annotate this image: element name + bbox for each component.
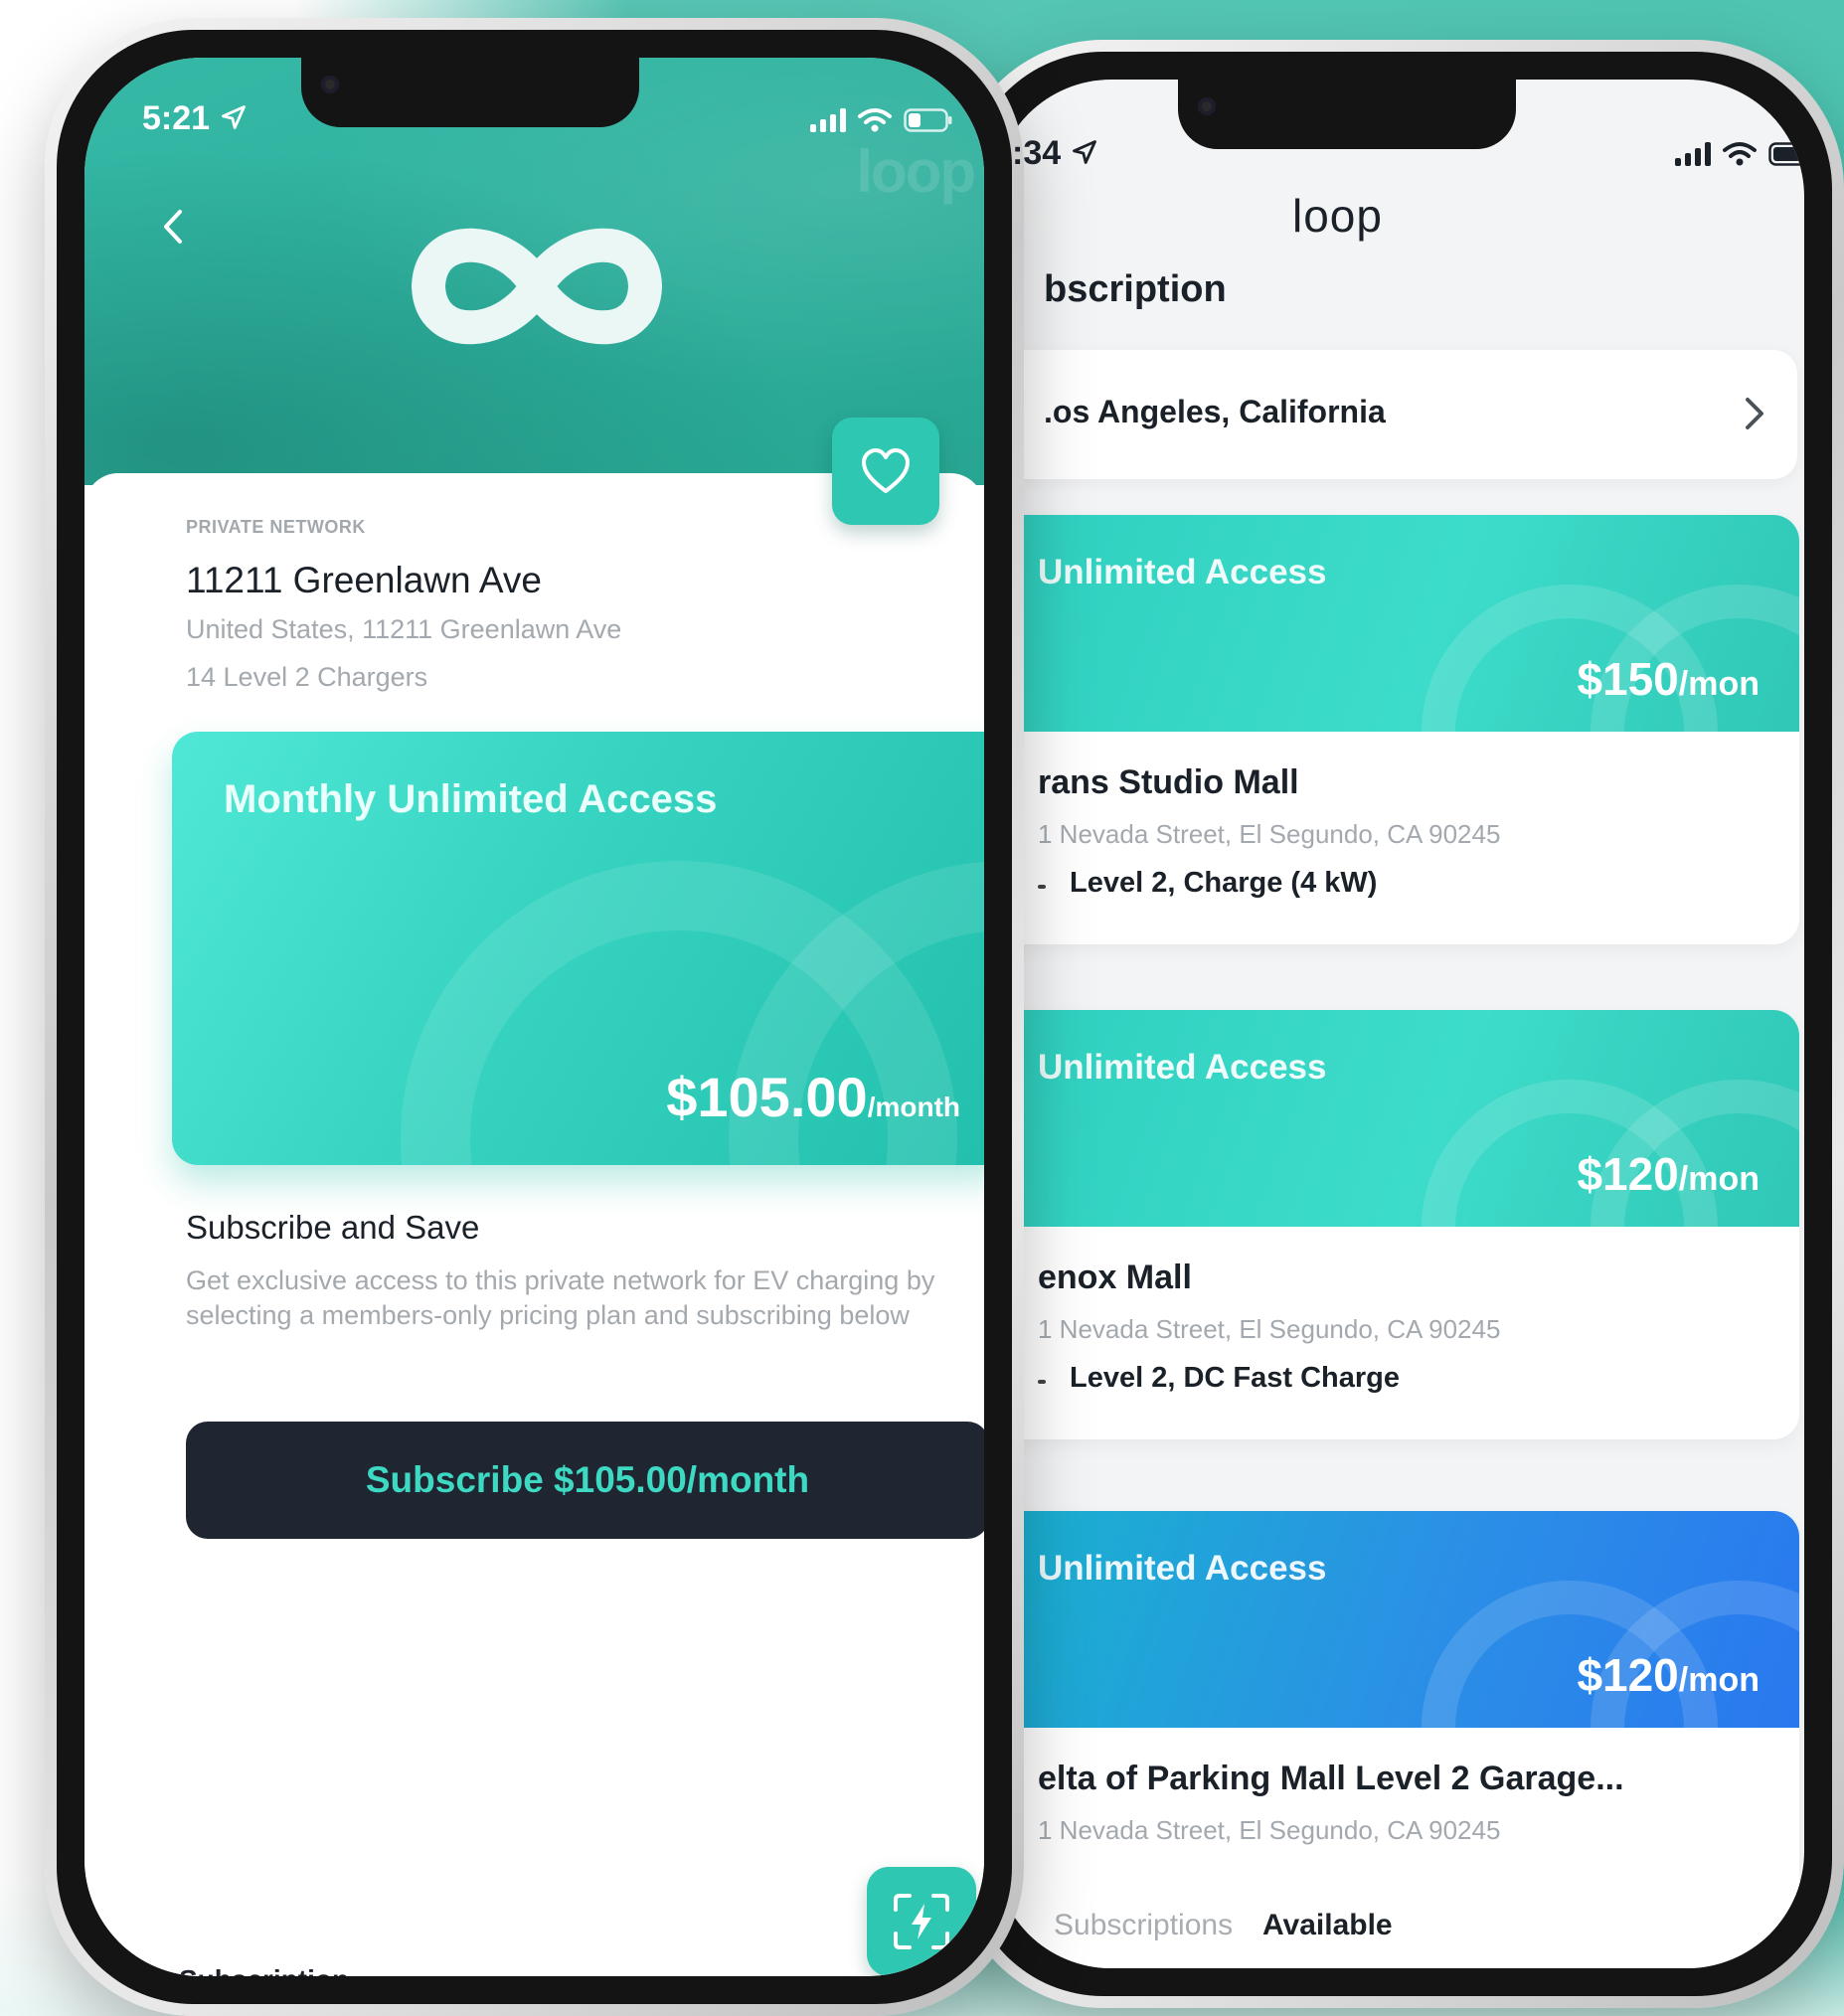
status-time: :34 <box>1012 134 1098 173</box>
plan-access-label: Unlimited Access <box>1038 1549 1327 1588</box>
plan-price-amount: $150 <box>1577 653 1679 705</box>
page-title: bscription <box>1044 268 1227 310</box>
plan-charger-spec: Level 2, DC Fast Charge <box>1070 1362 1400 1394</box>
status-icons <box>810 107 953 133</box>
tab-available[interactable]: Available <box>1262 1909 1393 1942</box>
left-phone-notch <box>301 58 639 127</box>
wifi-icon <box>1723 142 1757 166</box>
scan-charge-icon <box>894 1894 949 1949</box>
plan-banner: Unlimited Access $120/mon <box>994 1511 1799 1728</box>
infinity-logo-icon <box>393 207 681 371</box>
plan-price-amount: $120 <box>1577 1649 1679 1701</box>
left-phone-screen: loop 5:21 PRIVATE NETWORK 11211 Greenlaw… <box>84 58 984 1976</box>
front-camera <box>1198 97 1216 115</box>
left-phone-frame: loop 5:21 PRIVATE NETWORK 11211 Greenlaw… <box>45 18 1024 2016</box>
charger-count: 14 Level 2 Chargers <box>186 662 428 692</box>
left-phone-bezel: loop 5:21 PRIVATE NETWORK 11211 Greenlaw… <box>57 30 1012 2004</box>
status-icons <box>1675 141 1804 167</box>
plan-location-name: enox Mall <box>1038 1259 1192 1296</box>
battery-icon <box>904 108 952 132</box>
plan-title: Monthly Unlimited Access <box>224 777 718 821</box>
location-address: United States, 11211 Greenlawn Ave <box>186 614 622 644</box>
location-arrow-icon <box>221 105 246 129</box>
plan-price: $120/mon <box>1577 1147 1760 1201</box>
app-logo: loop <box>1292 190 1383 242</box>
scan-charge-button[interactable] <box>867 1867 976 1976</box>
plan-price: $150/mon <box>1577 652 1760 706</box>
subscribe-description: Get exclusive access to this private net… <box>186 1265 935 1330</box>
plan-location-address: 1 Nevada Street, El Segundo, CA 90245 <box>1038 1815 1501 1845</box>
plan-charger-spec: Level 2, Charge (4 kW) <box>1070 867 1378 899</box>
battery-icon <box>1768 142 1804 166</box>
heart-icon <box>862 448 910 493</box>
location-selector[interactable]: .os Angeles, California <box>994 350 1797 479</box>
favorite-button[interactable] <box>832 418 939 525</box>
plan-access-label: Unlimited Access <box>1038 553 1327 591</box>
subscribe-heading: Subscribe and Save <box>186 1209 480 1246</box>
plan-price: $120/mon <box>1577 1648 1760 1702</box>
right-phone-frame: :34 loop bscription .os Angeles, Califor… <box>954 40 1844 2008</box>
plan-price-period: /mon <box>1678 665 1760 703</box>
network-type-label: PRIVATE NETWORK <box>186 517 366 537</box>
bullet <box>1038 885 1046 889</box>
plan-location-name: rans Studio Mall <box>1038 763 1299 801</box>
plan-location-address: 1 Nevada Street, El Segundo, CA 90245 <box>1038 1314 1501 1344</box>
chevron-right-icon <box>1746 398 1763 429</box>
chevron-left-icon <box>164 210 182 244</box>
plan-price: $105.00/month <box>666 1065 960 1129</box>
plan-card-2[interactable]: Unlimited Access $120/mon enox Mall 1 Ne… <box>994 1010 1799 1439</box>
plan-card[interactable]: Monthly Unlimited Access $105.00/month <box>172 732 984 1165</box>
signal-icon <box>810 108 846 132</box>
plan-banner: Unlimited Access $150/mon <box>994 515 1799 732</box>
wifi-icon <box>858 108 892 132</box>
hero-watermark: loop <box>856 138 976 205</box>
subscribe-button[interactable]: Subscribe $105.00/month <box>186 1422 984 1539</box>
plan-price-period: /mon <box>1678 1160 1760 1198</box>
plan-card-3[interactable]: Unlimited Access $120/mon elta of Parkin… <box>994 1511 1799 1909</box>
plan-price-amount: $105.00 <box>666 1066 868 1128</box>
plan-price-amount: $120 <box>1577 1148 1679 1200</box>
status-time: 5:21 <box>142 99 248 138</box>
plan-price-period: /month <box>867 1092 960 1122</box>
plan-access-label: Unlimited Access <box>1038 1048 1327 1087</box>
location-selector-label: .os Angeles, California <box>1044 394 1386 429</box>
tab-subscriptions[interactable]: Subscriptions <box>1054 1909 1233 1942</box>
plan-location-name: elta of Parking Mall Level 2 Garage... <box>1038 1760 1624 1797</box>
tab-subscription[interactable]: Subscription <box>179 1964 349 1976</box>
back-button[interactable] <box>154 202 194 252</box>
bullet <box>1038 1380 1046 1384</box>
signal-icon <box>1675 142 1711 166</box>
plan-location-address: 1 Nevada Street, El Segundo, CA 90245 <box>1038 819 1501 849</box>
location-name: 11211 Greenlawn Ave <box>186 560 542 600</box>
location-arrow-icon <box>1072 140 1096 164</box>
right-phone-bezel: :34 loop bscription .os Angeles, Califor… <box>966 52 1832 1996</box>
plan-card-1[interactable]: Unlimited Access $150/mon rans Studio Ma… <box>994 515 1799 944</box>
plan-banner: Unlimited Access $120/mon <box>994 1010 1799 1227</box>
front-camera <box>321 76 339 93</box>
right-phone-notch <box>1178 80 1516 149</box>
right-phone-screen: :34 loop bscription .os Angeles, Califor… <box>994 80 1804 1968</box>
plan-price-period: /mon <box>1678 1661 1760 1699</box>
